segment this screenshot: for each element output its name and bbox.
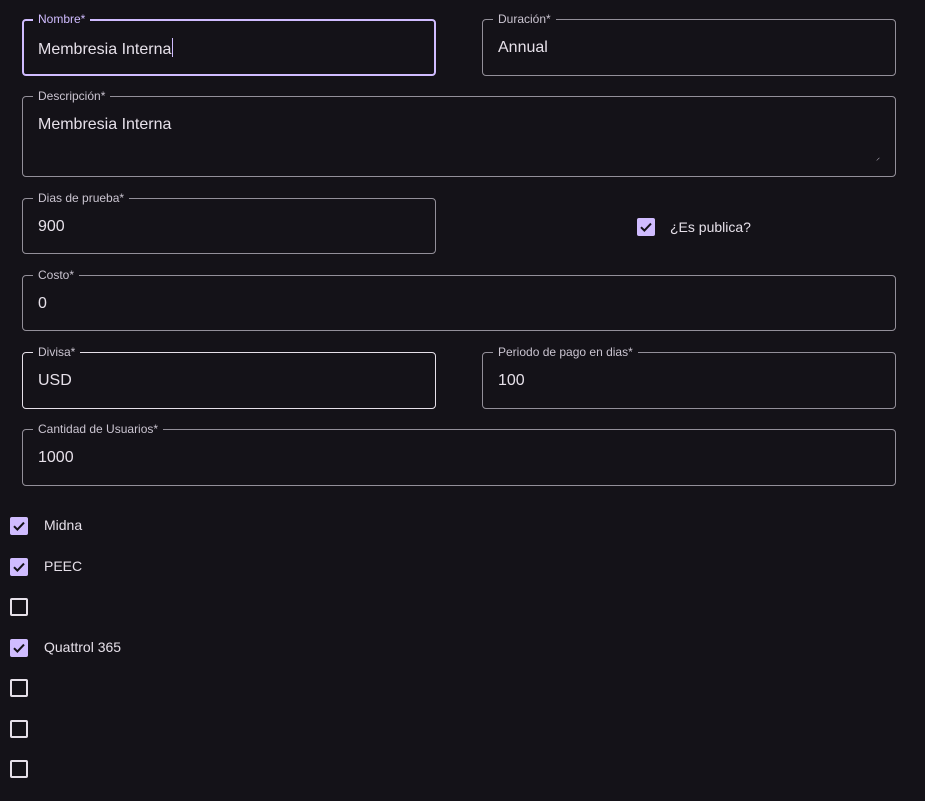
periodo-pago-field[interactable]: Periodo de pago en dias* 100 (482, 345, 896, 409)
divisa-value: USD (38, 372, 72, 389)
nombre-label: Nombre* (33, 12, 91, 26)
cantidad-usuarios-field[interactable]: Cantidad de Usuarios* 1000 (22, 422, 896, 486)
es-publica-label: ¿Es publica? (670, 219, 751, 235)
periodo-pago-label: Periodo de pago en dias* (493, 345, 638, 359)
es-publica-checkbox[interactable] (637, 218, 655, 236)
app-checkbox-peec[interactable] (10, 558, 28, 576)
app-label-midna: Midna (44, 517, 83, 533)
app-checkbox-3[interactable] (10, 598, 28, 616)
costo-label: Costo* (33, 268, 80, 282)
descripcion-value: Membresia Interna (38, 116, 172, 133)
duracion-value: Annual (498, 39, 548, 56)
app-checkbox-quattrol[interactable] (10, 639, 28, 657)
app-checkbox-6[interactable] (10, 720, 28, 738)
duracion-field[interactable]: Duración* Annual (482, 12, 896, 76)
check-icon (13, 562, 25, 573)
cantidad-usuarios-label: Cantidad de Usuarios* (33, 422, 164, 436)
descripcion-textarea[interactable]: Descripción* Membresia Interna ⸝ (22, 89, 896, 177)
app-label-peec: PEEC (44, 558, 83, 574)
cantidad-usuarios-value: 1000 (38, 449, 74, 466)
app-checkbox-midna[interactable] (10, 517, 28, 535)
dias-prueba-field[interactable]: Dias de prueba* 900 (22, 191, 436, 254)
app-label-quattrol: Quattrol 365 (44, 639, 122, 655)
descripcion-label: Descripción* (33, 89, 111, 103)
nombre-value: Membresia Interna (38, 41, 172, 58)
app-checkbox-7[interactable] (10, 760, 28, 778)
periodo-pago-value: 100 (498, 372, 525, 389)
nombre-input[interactable]: Membresia Interna (38, 38, 174, 60)
check-icon (640, 222, 652, 233)
divisa-label: Divisa* (33, 345, 81, 359)
membership-form: Nombre* Membresia Interna Duración* Annu… (0, 0, 925, 801)
costo-field[interactable]: Costo* 0 (22, 268, 896, 331)
check-icon (13, 521, 25, 532)
dias-prueba-value: 900 (38, 218, 65, 235)
check-icon (13, 643, 25, 654)
costo-value: 0 (38, 295, 47, 312)
dias-prueba-label: Dias de prueba* (33, 191, 130, 205)
resize-handle-icon[interactable]: ⸝ (876, 154, 880, 162)
duracion-label: Duración* (493, 12, 556, 26)
divisa-select[interactable]: Divisa* USD (22, 345, 436, 409)
text-caret (172, 38, 174, 57)
nombre-field[interactable]: Nombre* Membresia Interna (22, 12, 436, 76)
app-checkbox-5[interactable] (10, 679, 28, 697)
